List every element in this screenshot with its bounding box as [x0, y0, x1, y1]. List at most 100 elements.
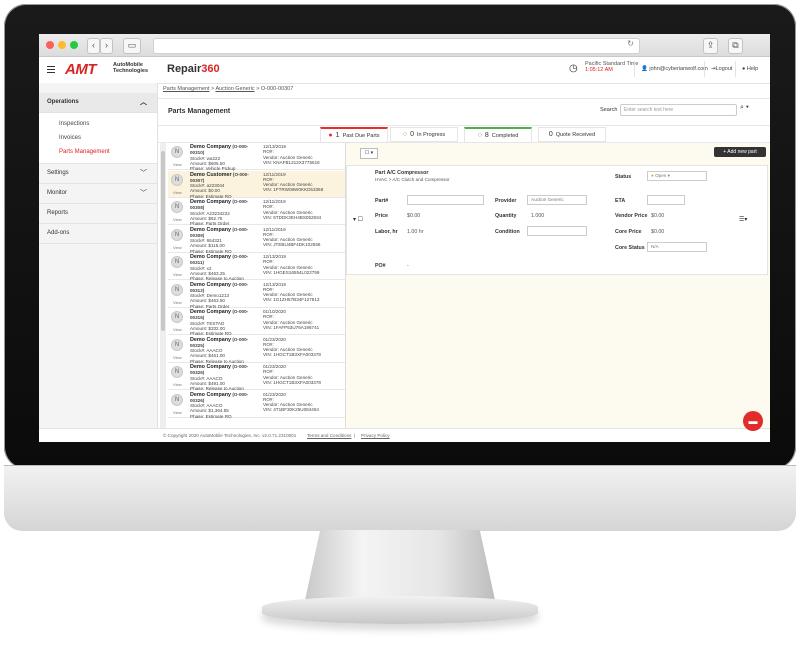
app-header: AMT AutoMobile Technologies Repair360 ◷ P… — [39, 57, 770, 84]
maximize-window-button[interactable] — [70, 41, 78, 49]
order-row[interactable]: N View Demo Company (O-000-00325) Stock#: A… — [168, 336, 345, 364]
order-main-info: Demo Company (O-000-00309) Stock#: 654321… — [190, 226, 249, 254]
close-window-button[interactable] — [46, 41, 54, 49]
price-label: Price — [375, 213, 388, 219]
sidebar-item-reports[interactable]: Reports — [39, 204, 157, 224]
view-link[interactable]: View — [173, 245, 182, 250]
page-title: Parts Management — [168, 108, 231, 115]
order-main-info: Demo Company (O-000-00326) Stock#: AAACO A… — [190, 364, 249, 392]
main-content: Parts Management > Auction Generic > O-0… — [158, 83, 770, 439]
order-main-info: Demo Company (O-000-00312) Stock#: Demo12… — [190, 281, 249, 309]
sidebar-item-parts-management[interactable]: Parts Management — [39, 145, 157, 159]
tab-completed[interactable]: ○ 8 Completed — [464, 127, 532, 143]
view-link[interactable]: View — [173, 162, 182, 167]
order-row[interactable]: N View Demo Customer (O-000-00307) Stock#: … — [168, 170, 345, 199]
avatar: N — [171, 393, 183, 406]
order-secondary-info: 01/10/2020 RO#: Vendor: Auction Generic VIN… — [263, 309, 320, 330]
timezone-display: Pacific Standard Time 1:05:12 AM — [585, 61, 639, 73]
tabs-icon[interactable]: ⧉ — [728, 38, 743, 54]
url-bar[interactable]: ↻ — [153, 38, 640, 54]
chat-icon[interactable]: ▬ — [743, 411, 763, 431]
share-icon[interactable]: ⇪ — [703, 38, 718, 54]
view-link[interactable]: View — [173, 190, 182, 195]
status-select[interactable]: ● Open ▾ — [647, 171, 707, 181]
eta-date-input[interactable] — [647, 195, 685, 205]
app-name: Repair360 — [167, 63, 220, 75]
avatar: N — [171, 201, 183, 213]
search-input[interactable]: Enter search text here — [620, 104, 737, 116]
order-secondary-info: 01/23/2020 RO#: Vendor: Auction Generic VIN… — [263, 391, 319, 413]
order-row[interactable]: N View Demo Company (O-000-00311) Stock#: x… — [168, 253, 345, 282]
tab-quote-received[interactable]: 0 Quote Received — [538, 127, 606, 142]
core-price-value[interactable]: $0.00 — [651, 229, 664, 235]
reload-icon[interactable]: ↻ — [627, 39, 634, 48]
provider-select[interactable]: Auction Generic — [527, 195, 587, 205]
sidebar-item-settings[interactable]: Settings ﹀ — [39, 164, 157, 184]
sidebar-item-operations[interactable]: Operations ︿ — [39, 93, 157, 113]
breadcrumb-vendor[interactable]: Auction Generic — [215, 86, 254, 92]
order-row[interactable]: N View Demo Company (O-000-00326) Stock#: A… — [168, 391, 345, 419]
order-secondary-info: 12/13/2019 RO#: Vendor: Auction Generic VIN… — [263, 144, 320, 165]
user-account[interactable]: 👤 john@cyberianwolf.com — [634, 61, 708, 77]
tab-in-progress[interactable]: ○ 0 In Progress — [390, 127, 458, 142]
screen: ‹ › ▭ ↻ ⇪ ⧉ AMT AutoMobile Technologies R… — [39, 34, 770, 442]
back-button[interactable]: ‹ — [87, 38, 100, 54]
forward-button[interactable]: › — [100, 38, 113, 54]
order-row[interactable]: N View Demo Company (O-000-00312) Stock#: D… — [168, 281, 345, 309]
search-icon[interactable]: ⌕ ▾ — [740, 104, 749, 112]
part-number-select[interactable] — [407, 195, 484, 205]
order-row[interactable]: N View Demo Company (O-000-00308) Stock#: A… — [168, 198, 345, 227]
quantity-value[interactable]: 1.000 — [531, 213, 544, 219]
view-link[interactable]: View — [173, 300, 182, 305]
order-main-info: Demo Company (O-000-00311) Stock#: x2 Amou… — [190, 254, 249, 282]
terms-link[interactable]: Terms and Conditions — [307, 429, 351, 442]
view-link[interactable]: View — [173, 382, 182, 387]
labor-value[interactable]: 1.00 hr — [407, 229, 424, 235]
order-row[interactable]: N View Demo Company (O-000-00326) Stock#: A… — [168, 363, 345, 392]
view-link[interactable]: View — [173, 217, 182, 222]
vendor-price-value[interactable]: $0.00 — [651, 213, 664, 219]
condition-select[interactable] — [527, 226, 587, 236]
sidebar-item-monitor[interactable]: Monitor ﹀ — [39, 184, 157, 204]
sidebar-toggle-icon[interactable]: ▭ — [123, 38, 141, 54]
add-new-part-button[interactable]: + Add new part — [714, 147, 766, 157]
order-row[interactable]: N View Demo Company (O-000-00316) Stock#: T… — [168, 308, 345, 336]
view-link[interactable]: View — [173, 355, 182, 360]
sidebar-submenu: Inspections Invoices Parts Management — [39, 113, 157, 164]
breadcrumb: Parts Management > Auction Generic > O-0… — [158, 83, 770, 99]
po-value[interactable]: - — [407, 263, 409, 269]
view-link[interactable]: View — [173, 327, 182, 332]
sidebar-item-inspections[interactable]: Inspections — [39, 117, 157, 131]
core-status-label: Core Status — [615, 245, 645, 251]
view-link[interactable]: View — [173, 272, 182, 277]
expand-icon[interactable]: ▾ ☐ — [353, 216, 363, 223]
order-secondary-info: 12/13/2019 RO#: Vendor: Auction Generic VIN… — [263, 254, 320, 275]
sidebar-item-addons[interactable]: Add-ons — [39, 224, 157, 244]
tab-past-due[interactable]: ● 1 Past Due Parts — [320, 127, 388, 143]
bulk-select-dropdown[interactable]: ☐ ▾ — [360, 148, 378, 159]
order-row[interactable]: N View Demo Company (O-000-00310) Stock#: w… — [168, 143, 345, 172]
order-secondary-info: 12/11/2019 RO#: Vendor: Auction Generic VIN… — [263, 199, 322, 220]
sidebar-item-invoices[interactable]: Invoices — [39, 131, 157, 145]
order-main-info: Demo Company (O-000-00326) Stock#: AAACO A… — [190, 391, 249, 419]
order-secondary-info: 12/11/2019 RO#: Vendor: Auction Generic VIN… — [263, 171, 324, 193]
menu-icon[interactable] — [47, 66, 55, 75]
provider-label: Provider — [495, 198, 517, 204]
logout-button[interactable]: ⇥Logout — [704, 61, 732, 77]
core-status-select[interactable]: N/A — [647, 242, 707, 252]
list-scrollbar[interactable] — [160, 143, 166, 439]
part-card: ▾ ☐ Part A/C Compressor HVAC > A/C Clutc… — [346, 165, 768, 275]
view-link[interactable]: View — [173, 410, 182, 415]
order-main-info: Demo Company (O-000-00308) Stock#: A23234… — [190, 199, 249, 227]
order-row[interactable]: N View Demo Company (O-000-00309) Stock#: 6… — [168, 226, 345, 254]
breadcrumb-parts[interactable]: Parts Management — [163, 86, 209, 92]
price-value[interactable]: $0.00 — [407, 213, 420, 219]
po-label: PO# — [375, 263, 386, 269]
help-button[interactable]: ● Help — [735, 61, 758, 77]
row-menu-icon[interactable]: ☰▾ — [739, 216, 747, 223]
order-main-info: Demo Company (O-000-00310) Stock#: wa222 A… — [190, 144, 249, 172]
order-main-info: Demo Company (O-000-00325) Stock#: AAACO A… — [190, 336, 249, 364]
minimize-window-button[interactable] — [58, 41, 66, 49]
part-category-path: HVAC > A/C Clutch and Compressor — [375, 177, 450, 182]
privacy-link[interactable]: Privacy Policy — [361, 429, 390, 442]
